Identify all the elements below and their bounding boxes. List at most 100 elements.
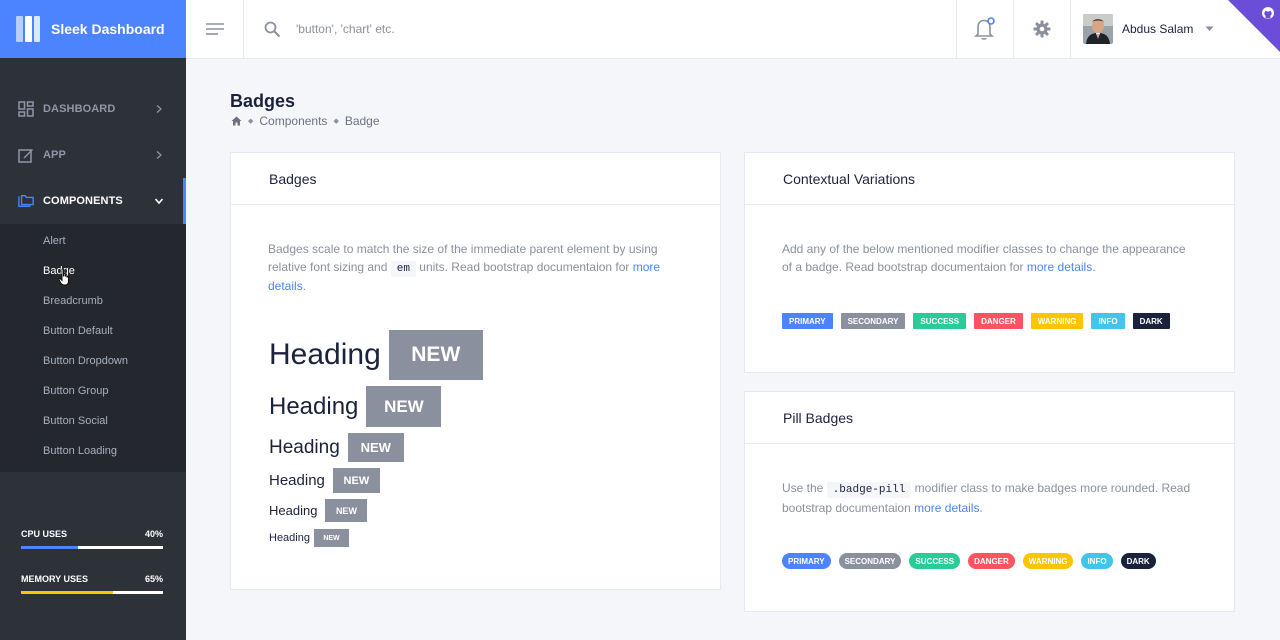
cpu-usage-label: CPU USES — [21, 529, 68, 539]
heading-text: Heading — [269, 338, 381, 371]
notifications-button[interactable] — [956, 0, 1013, 58]
pill-badge-primary: PRIMARY — [782, 553, 831, 569]
app-title: Sleek Dashboard — [51, 21, 165, 37]
brand[interactable]: Sleek Dashboard — [0, 0, 186, 58]
memory-usage-bar — [21, 591, 163, 594]
more-details-link[interactable]: more details — [914, 501, 979, 515]
cpu-usage: CPU USES 40% — [21, 529, 163, 549]
pencil-square-icon — [18, 147, 34, 163]
pill-badges-card: Pill Badges Use the .badge-pill modifier… — [744, 391, 1235, 612]
desc-text: . — [1092, 259, 1096, 274]
badge-dark: DARK — [1132, 313, 1170, 329]
cpu-usage-fill — [21, 546, 78, 549]
pill-badge-success: SUCCESS — [909, 553, 961, 569]
dashboard-icon — [18, 101, 34, 117]
search-bar — [244, 0, 956, 58]
chevron-right-icon — [154, 104, 164, 114]
menu-icon — [205, 23, 224, 35]
submenu-item-alert[interactable]: Alert — [0, 226, 186, 256]
pill-badge-info: INFO — [1081, 553, 1113, 569]
pill-badges: PRIMARY SECONDARY SUCCESS DANGER WARNING… — [782, 553, 1156, 569]
cpu-usage-value: 40% — [144, 529, 163, 539]
heading-h6: Heading NEW — [269, 529, 349, 547]
badge-danger: DANGER — [974, 313, 1023, 329]
memory-usage-fill — [21, 591, 114, 594]
heading-text: Heading — [269, 392, 359, 420]
card-description: Use the .badge-pill modifier class to ma… — [782, 480, 1197, 517]
heading-text: Heading — [269, 503, 318, 518]
sidebar-item-dashboard[interactable]: DASHBOARD — [0, 86, 186, 132]
pill-badge-secondary: SECONDARY — [838, 553, 902, 569]
heading-text: Heading — [269, 532, 310, 544]
memory-usage-label: MEMORY USES — [21, 574, 89, 584]
settings-button[interactable] — [1013, 0, 1070, 58]
submenu-item-breadcrumb[interactable]: Breadcrumb — [0, 286, 186, 316]
card-title: Pill Badges — [745, 392, 1234, 444]
new-badge: NEW — [347, 433, 404, 462]
memory-usage-value: 65% — [144, 574, 163, 584]
sidebar-item-app[interactable]: APP — [0, 132, 186, 178]
submenu-item-button-dropdown[interactable]: Button Dropdown — [0, 346, 186, 376]
heading-text: Heading — [269, 436, 340, 458]
code-badge-pill: .badge-pill — [826, 482, 912, 498]
code-em: em — [390, 260, 416, 277]
sidebar-toggle-button[interactable] — [186, 0, 244, 58]
sidebar-nav: DASHBOARD APP COMPONENTS — [0, 58, 186, 224]
avatar — [1083, 14, 1113, 44]
new-badge: NEW — [388, 330, 483, 380]
desc-text: Add any of the below mentioned modifier … — [782, 242, 1186, 274]
desc-text: Use the — [782, 481, 827, 495]
sidebar-item-label: DASHBOARD — [43, 103, 116, 115]
sidebar: Sleek Dashboard DASHBOARD APP COMPONENTS… — [0, 0, 186, 640]
submenu-item-button-group[interactable]: Button Group — [0, 376, 186, 406]
bell-icon — [974, 17, 995, 40]
pill-badge-warning: WARNING — [1022, 553, 1074, 569]
heading-text: Heading — [269, 472, 325, 489]
breadcrumb-separator: ◆ — [248, 118, 254, 125]
desc-text: . — [302, 279, 307, 293]
submenu-item-button-social[interactable]: Button Social — [0, 406, 186, 436]
search-input[interactable] — [296, 22, 696, 36]
user-menu[interactable]: Abdus Salam — [1070, 0, 1280, 58]
sidebar-item-label: APP — [43, 149, 66, 161]
sidebar-item-components[interactable]: COMPONENTS — [0, 178, 186, 224]
page-title: Badges — [230, 91, 296, 111]
heading-h3: Heading NEW — [269, 433, 404, 462]
new-badge: NEW — [366, 386, 442, 427]
badge-secondary: SECONDARY — [840, 313, 906, 329]
heading-h4: Heading NEW — [269, 468, 380, 493]
memory-usage: MEMORY USES 65% — [21, 574, 163, 594]
submenu-item-button-default[interactable]: Button Default — [0, 316, 186, 346]
chevron-right-icon — [154, 150, 164, 160]
caret-down-icon — [1205, 26, 1214, 31]
breadcrumb-components-link[interactable]: Components — [259, 114, 327, 128]
chevron-down-icon — [154, 196, 164, 206]
components-submenu: Alert Badge Breadcrumb Button Default Bu… — [0, 224, 186, 472]
card-description: Badges scale to match the size of the im… — [268, 241, 683, 296]
folders-icon — [18, 193, 34, 209]
card-title: Badges — [231, 153, 720, 205]
breadcrumb: ◆ Components ◆ Badge — [231, 114, 380, 128]
contextual-badges: PRIMARY SECONDARY SUCCESS DANGER WARNING… — [782, 313, 1170, 329]
badge-success: SUCCESS — [913, 313, 967, 329]
badge-primary: PRIMARY — [782, 313, 833, 329]
more-details-link[interactable]: more details — [1027, 260, 1092, 274]
github-corner-icon[interactable] — [1228, 0, 1280, 52]
top-header: Abdus Salam — [186, 0, 1280, 59]
desc-text: . — [979, 500, 983, 515]
submenu-item-button-loading[interactable]: Button Loading — [0, 436, 186, 466]
breadcrumb-separator: ◆ — [333, 118, 339, 125]
sidebar-item-label: COMPONENTS — [43, 195, 123, 207]
new-badge: NEW — [332, 468, 380, 493]
cpu-usage-bar — [21, 546, 163, 549]
breadcrumb-current: Badge — [344, 114, 380, 128]
home-icon[interactable] — [231, 116, 242, 126]
desc-text: units. Read bootstrap documentaion for — [415, 259, 633, 274]
contextual-variations-card: Contextual Variations Add any of the bel… — [744, 152, 1235, 373]
submenu-item-badge[interactable]: Badge — [0, 256, 186, 286]
card-description: Add any of the below mentioned modifier … — [782, 241, 1197, 276]
heading-h2: Heading NEW — [269, 386, 442, 427]
heading-h1: Heading NEW — [269, 330, 483, 380]
badge-info: INFO — [1091, 313, 1125, 329]
search-icon — [264, 21, 281, 37]
